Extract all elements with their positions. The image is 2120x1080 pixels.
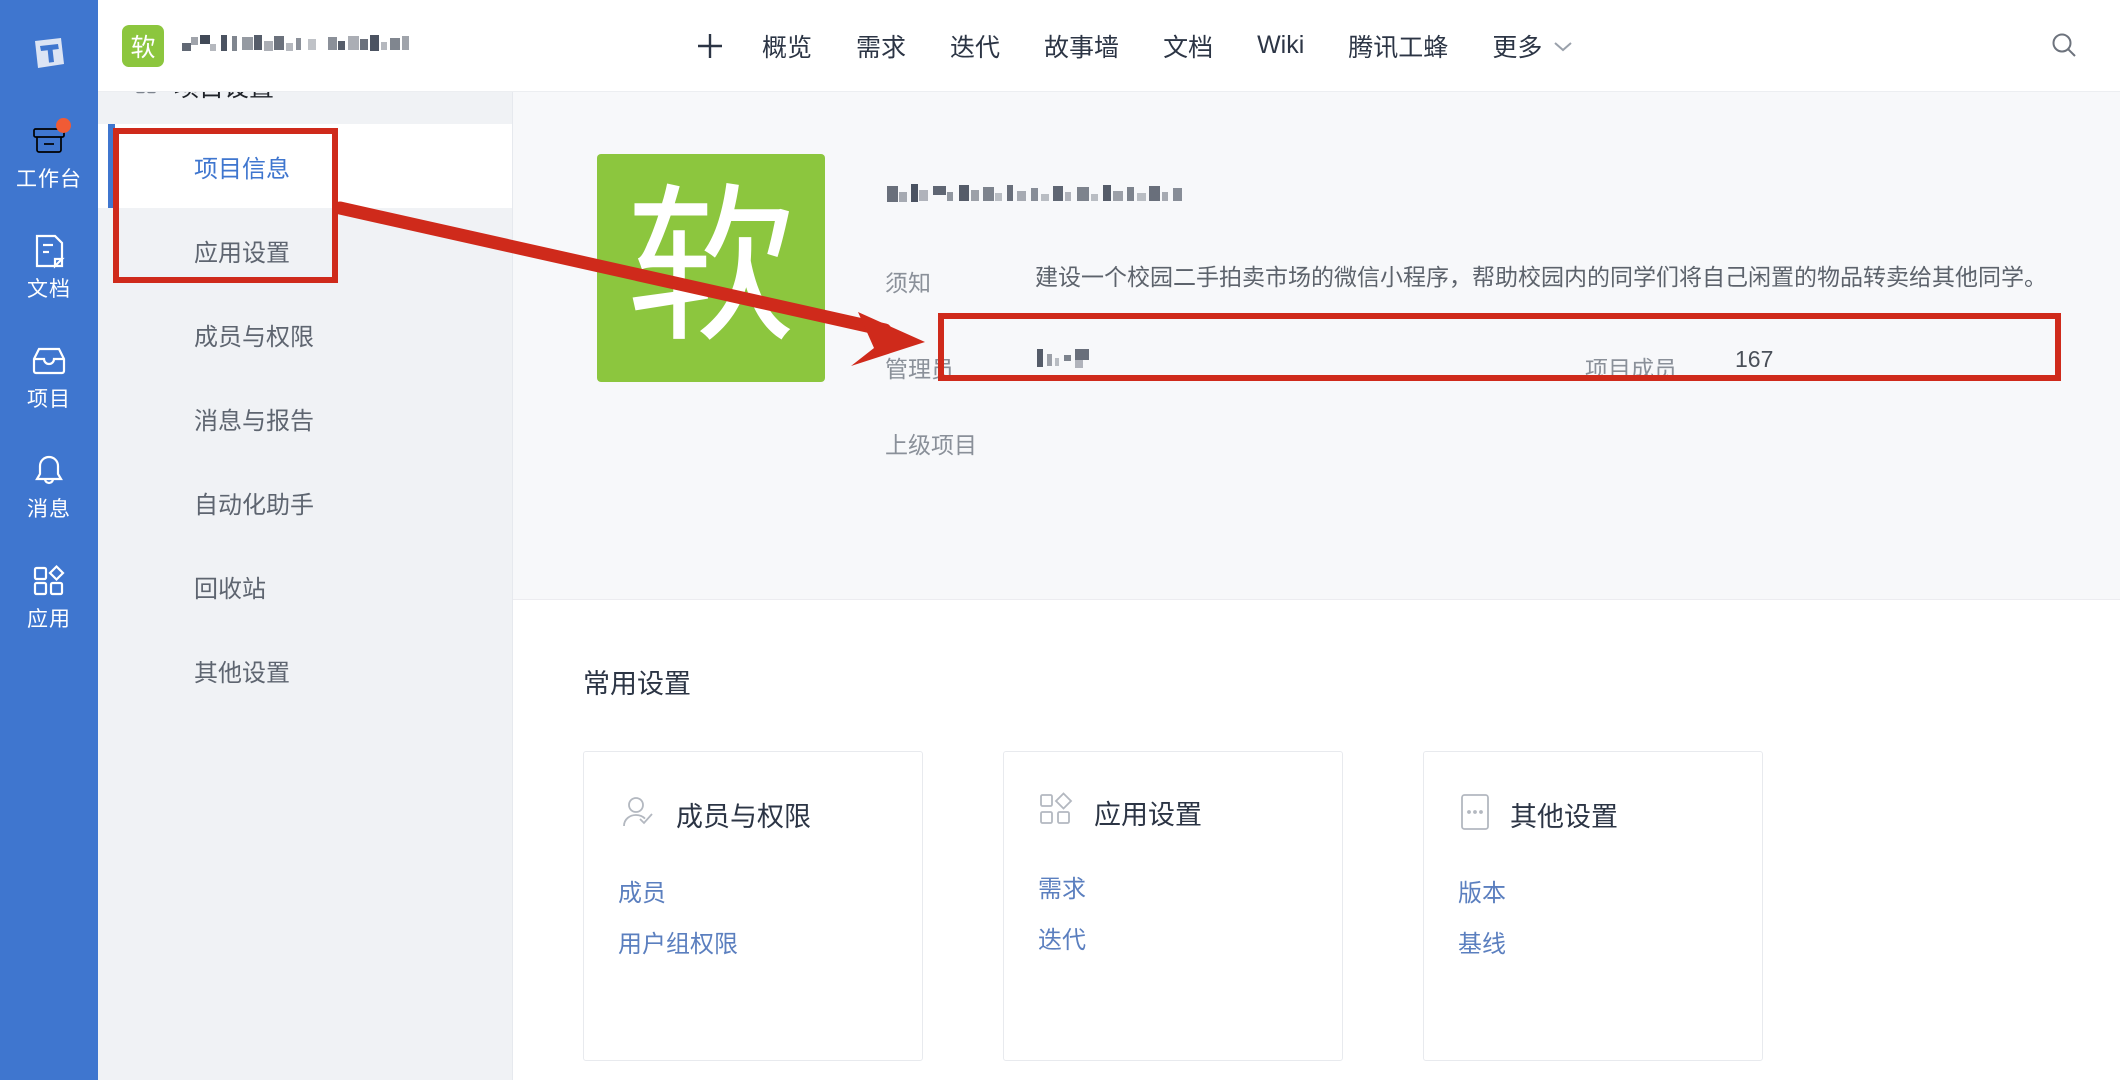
tab-wiki[interactable]: Wiki xyxy=(1235,31,1326,60)
project-logo: 软 xyxy=(597,154,825,382)
notification-badge-dot xyxy=(56,117,71,133)
project-parent-row: 上级项目 xyxy=(885,422,2120,460)
project-avatar: 软 xyxy=(122,24,164,67)
rail-item-apps[interactable]: 应用 xyxy=(0,540,98,650)
project-admin-value-redacted xyxy=(1035,346,1135,384)
sidebar-item-members-permissions[interactable]: 成员与权限 xyxy=(98,292,512,376)
add-button[interactable] xyxy=(680,16,740,76)
project-description-row: 须知 建设一个校园二手拍卖市场的微信小程序，帮助校园内的同学们将自己闲置的物品转… xyxy=(885,260,2120,298)
project-fields: 须知 建设一个校园二手拍卖市场的微信小程序，帮助校园内的同学们将自己闲置的物品转… xyxy=(885,154,2120,599)
project-description-value[interactable]: 建设一个校园二手拍卖市场的微信小程序，帮助校园内的同学们将自己闲置的物品转卖给其… xyxy=(1035,260,2047,295)
top-nav-links: 概览 需求 迭代 故事墙 文档 Wiki 腾讯工蜂 更多 xyxy=(680,16,1596,76)
app-root: 工作台 文档 项目 消息 应用 项目信息 应用设置 成员与权限 消息与报告 自动… xyxy=(0,0,2120,1080)
card-other-settings[interactable]: 其他设置 版本 基线 xyxy=(1423,751,1763,1061)
card-header: 应用设置 xyxy=(1038,792,1342,833)
card-link-iterations[interactable]: 迭代 xyxy=(1038,920,1086,955)
tab-documents[interactable]: 文档 xyxy=(1141,28,1235,64)
project-name-redacted xyxy=(180,29,480,62)
search-icon xyxy=(2052,33,2076,57)
project-admin-field: 管理员 xyxy=(885,346,1585,384)
workbench-icon xyxy=(28,117,71,161)
card-title: 成员与权限 xyxy=(676,802,811,832)
sidebar-item-label: 消息与报告 xyxy=(194,407,314,435)
card-link-versions[interactable]: 版本 xyxy=(1458,873,1506,908)
tab-more[interactable]: 更多 xyxy=(1470,28,1596,64)
tab-iterations[interactable]: 迭代 xyxy=(928,28,1022,64)
sidebar-item-automation-assistant[interactable]: 自动化助手 xyxy=(98,460,512,544)
card-app-settings[interactable]: 应用设置 需求 迭代 xyxy=(1003,751,1343,1061)
rail-item-messages[interactable]: 消息 xyxy=(0,430,98,540)
plus-icon xyxy=(698,33,722,58)
rail-item-project[interactable]: 项目 xyxy=(0,320,98,430)
sidebar-item-label: 回收站 xyxy=(194,575,266,603)
search-button[interactable] xyxy=(2042,24,2086,68)
rail-item-label: 项目 xyxy=(27,387,71,411)
sidebar-item-recycle-bin[interactable]: 回收站 xyxy=(98,544,512,628)
sidebar-item-app-settings[interactable]: 应用设置 xyxy=(98,208,512,292)
project-description-label: 须知 xyxy=(885,270,931,296)
sidebar-item-project-info[interactable]: 项目信息 xyxy=(98,124,512,208)
main-region: 软 概览 需求 迭代 故事墙 文档 Wiki 腾讯工蜂 更多 软 须知 建设一个… xyxy=(98,0,2120,1080)
global-nav-rail: 工作台 文档 项目 消息 应用 xyxy=(0,0,98,1080)
apps-icon xyxy=(28,561,70,601)
card-links: 需求 迭代 xyxy=(1038,869,1342,955)
project-info-panel: 软 须知 建设一个校园二手拍卖市场的微信小程序，帮助校园内的同学们将自己闲置的物… xyxy=(513,92,2120,600)
project-switcher[interactable]: 软 xyxy=(98,24,658,67)
sidebar-item-label: 其他设置 xyxy=(194,659,290,687)
card-link-stories[interactable]: 需求 xyxy=(1038,869,1086,904)
sidebar-item-label: 自动化助手 xyxy=(194,491,314,519)
sidebar-item-label: 成员与权限 xyxy=(194,323,314,351)
settings-menu-list: 项目信息 应用设置 成员与权限 消息与报告 自动化助手 回收站 其他设置 xyxy=(98,124,512,712)
rail-item-label: 应用 xyxy=(27,607,71,631)
card-title: 其他设置 xyxy=(1510,802,1618,832)
user-check-icon xyxy=(618,792,658,837)
card-links: 成员 用户组权限 xyxy=(618,873,922,959)
sidebar-item-label: 项目信息 xyxy=(194,155,290,183)
rail-item-label: 文档 xyxy=(27,277,71,301)
rail-item-label: 工作台 xyxy=(16,167,82,191)
card-title: 应用设置 xyxy=(1094,800,1202,830)
chevron-down-icon xyxy=(1554,41,1572,51)
project-title-redacted xyxy=(885,168,2120,222)
project-admin-label: 管理员 xyxy=(885,356,954,382)
bell-icon xyxy=(28,451,70,491)
sidebar-item-label: 应用设置 xyxy=(194,239,290,267)
project-members-field: 项目成员 167 xyxy=(1585,346,1773,384)
project-members-value: 167 xyxy=(1735,346,1774,372)
tab-stories[interactable]: 需求 xyxy=(834,28,928,64)
rail-item-workbench[interactable]: 工作台 xyxy=(0,100,98,210)
tapd-logo-icon[interactable] xyxy=(0,8,98,100)
project-parent-label: 上级项目 xyxy=(885,432,977,458)
common-settings-title: 常用设置 xyxy=(583,669,691,699)
apps-grid-icon xyxy=(1038,792,1076,833)
sidebar-item-other-settings[interactable]: 其他设置 xyxy=(98,628,512,712)
tab-overview[interactable]: 概览 xyxy=(740,28,834,64)
project-settings-panel: 项目设置 项目信息 应用设置 成员与权限 消息与报告 自动化助手 回收站 其他设… xyxy=(98,0,513,1080)
tab-story-wall[interactable]: 故事墙 xyxy=(1022,28,1141,64)
project-members-label: 项目成员 xyxy=(1585,356,1677,382)
card-link-members[interactable]: 成员 xyxy=(618,873,666,908)
card-members-permissions[interactable]: 成员与权限 成员 用户组权限 xyxy=(583,751,923,1061)
project-meta-row: 管理员 项目成员 167 xyxy=(885,346,2120,384)
common-settings-section: 常用设置 成员与权限 成员 用户组权限 应用设置 需求 迭代 其他设置 版本 基… xyxy=(513,600,2120,1080)
card-link-baselines[interactable]: 基线 xyxy=(1458,924,1506,959)
common-settings-cards: 成员与权限 成员 用户组权限 应用设置 需求 迭代 其他设置 版本 基线 xyxy=(583,751,2120,1061)
more-dots-icon xyxy=(1458,792,1492,837)
project-inbox-icon xyxy=(28,341,70,381)
rail-item-label: 消息 xyxy=(27,497,71,521)
card-header: 成员与权限 xyxy=(618,792,922,837)
document-icon xyxy=(28,231,70,271)
top-navigation-bar: 软 概览 需求 迭代 故事墙 文档 Wiki 腾讯工蜂 更多 xyxy=(98,0,2120,92)
card-links: 版本 基线 xyxy=(1458,873,1762,959)
card-header: 其他设置 xyxy=(1458,792,1762,837)
sidebar-item-messages-reports[interactable]: 消息与报告 xyxy=(98,376,512,460)
tab-tencent-git[interactable]: 腾讯工蜂 xyxy=(1326,28,1470,64)
card-link-group-permissions[interactable]: 用户组权限 xyxy=(618,924,738,959)
rail-item-document[interactable]: 文档 xyxy=(0,210,98,320)
tab-more-label: 更多 xyxy=(1492,33,1543,62)
